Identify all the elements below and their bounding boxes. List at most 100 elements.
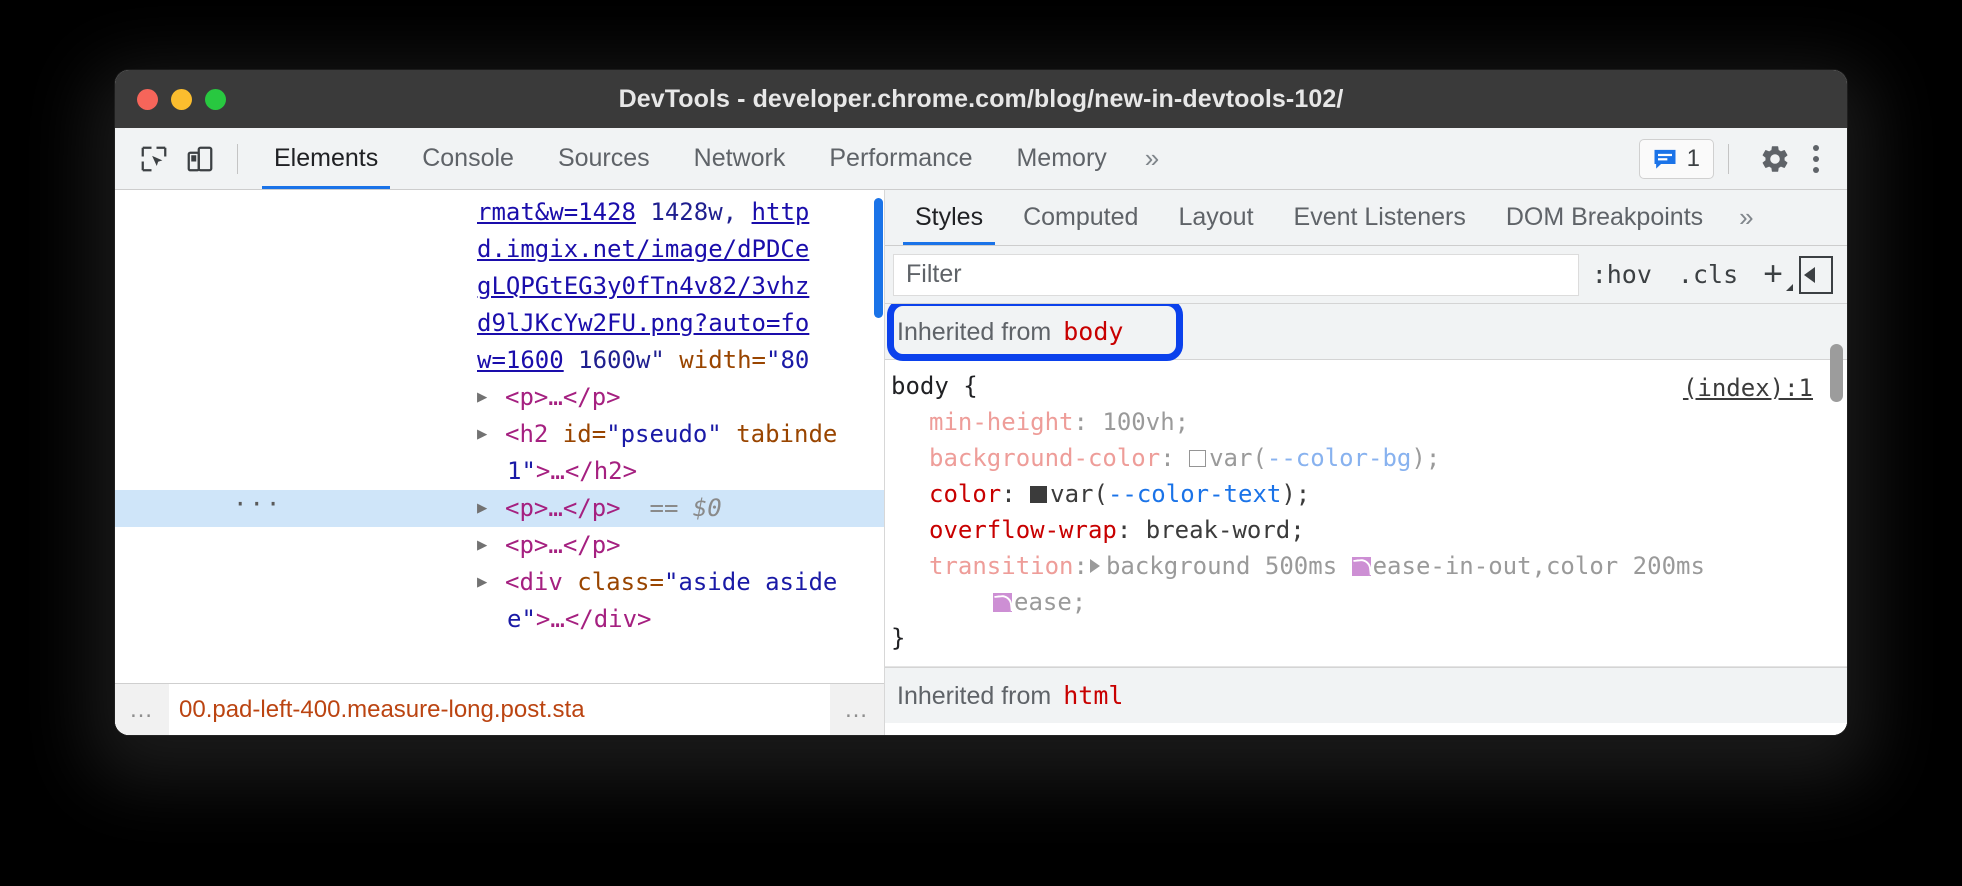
new-style-rule-button[interactable]: + bbox=[1751, 254, 1799, 296]
css-declaration-color[interactable]: color: var(--color-text); bbox=[885, 476, 1847, 512]
close-window-button[interactable] bbox=[137, 89, 158, 110]
dom-token: </div> bbox=[565, 605, 652, 633]
filter-input[interactable] bbox=[893, 254, 1579, 296]
tab-sources[interactable]: Sources bbox=[536, 128, 672, 189]
open-brace: { bbox=[963, 372, 977, 400]
css-property-value[interactable]: 100vh; bbox=[1102, 408, 1189, 436]
dom-tree[interactable]: rmat&w=1428 1428w, httpd.imgix.net/image… bbox=[115, 190, 884, 683]
inherited-selector-body[interactable]: body bbox=[1063, 314, 1123, 350]
css-var-suffix: ); bbox=[1411, 444, 1440, 472]
inspect-element-icon[interactable] bbox=[131, 136, 177, 182]
inherited-from-body-header: Inherited from body bbox=[885, 304, 1847, 360]
css-property-value[interactable]: break-word; bbox=[1146, 516, 1305, 544]
tab-performance[interactable]: Performance bbox=[807, 128, 994, 189]
dom-tree-row[interactable]: d.imgix.net/image/dPDCe bbox=[115, 231, 884, 268]
expand-triangle-icon[interactable]: ▶ bbox=[477, 379, 499, 416]
css-declaration-transition[interactable]: transition:background 500ms ease-in-out,… bbox=[885, 548, 1847, 584]
tab-dom-breakpoints[interactable]: DOM Breakpoints bbox=[1486, 190, 1723, 245]
devtools-main-toolbar: Elements Console Sources Network Perform… bbox=[115, 128, 1847, 190]
more-panels-chevron-icon[interactable]: » bbox=[1129, 143, 1175, 174]
kebab-menu-icon[interactable] bbox=[1807, 145, 1831, 173]
css-property-name[interactable]: overflow-wrap bbox=[929, 516, 1117, 544]
bezier-curve-icon[interactable] bbox=[993, 593, 1012, 612]
dom-tree-row[interactable]: ▶<p>…</p> bbox=[115, 379, 884, 416]
dom-token: </h2> bbox=[565, 457, 637, 485]
tab-computed-label: Computed bbox=[1023, 203, 1138, 232]
dom-token: </p> bbox=[563, 383, 621, 411]
styles-tabbar: Styles Computed Layout Event Listeners D… bbox=[885, 190, 1847, 246]
dom-tree-row[interactable]: ▶<h2 id="pseudo" tabinde bbox=[115, 416, 884, 453]
color-swatch-icon[interactable] bbox=[1189, 450, 1206, 467]
dom-tree-row[interactable]: ▶<p>…</p> bbox=[115, 527, 884, 564]
tab-console[interactable]: Console bbox=[400, 128, 536, 189]
issues-count: 1 bbox=[1687, 145, 1700, 173]
expand-triangle-icon[interactable]: ▶ bbox=[477, 564, 499, 601]
expand-triangle-icon[interactable]: ▶ bbox=[477, 527, 499, 564]
tab-styles[interactable]: Styles bbox=[895, 190, 1003, 245]
dom-token: … bbox=[550, 457, 564, 485]
tab-event-listeners-label: Event Listeners bbox=[1294, 203, 1466, 232]
dom-tree-row[interactable]: rmat&w=1428 1428w, http bbox=[115, 194, 884, 231]
css-variable-name[interactable]: --color-text bbox=[1108, 480, 1281, 508]
tab-network[interactable]: Network bbox=[672, 128, 808, 189]
styles-scrollbar-thumb[interactable] bbox=[1830, 344, 1843, 402]
bezier-curve-icon[interactable] bbox=[1352, 557, 1371, 576]
dom-tree-pane: rmat&w=1428 1428w, httpd.imgix.net/image… bbox=[115, 190, 885, 735]
tab-layout[interactable]: Layout bbox=[1158, 190, 1273, 245]
minimize-window-button[interactable] bbox=[171, 89, 192, 110]
expand-shorthand-icon[interactable] bbox=[1090, 559, 1100, 573]
css-property-name[interactable]: background-color bbox=[929, 444, 1160, 472]
issues-button[interactable]: 1 bbox=[1639, 139, 1714, 179]
maximize-window-button[interactable] bbox=[205, 89, 226, 110]
tab-network-label: Network bbox=[694, 144, 786, 173]
dom-tree-row[interactable]: w=1600 1600w" width="80 bbox=[115, 342, 884, 379]
dom-token: == bbox=[621, 494, 693, 522]
dom-token: e" bbox=[507, 605, 536, 633]
dom-tree-row[interactable]: e">…</div> bbox=[115, 601, 884, 638]
tab-styles-label: Styles bbox=[915, 203, 983, 232]
more-sidebar-tabs-chevron-icon[interactable]: » bbox=[1723, 202, 1769, 233]
devtools-window: DevTools - developer.chrome.com/blog/new… bbox=[115, 70, 1847, 735]
tab-elements[interactable]: Elements bbox=[252, 128, 400, 189]
settings-button[interactable] bbox=[1743, 143, 1807, 175]
breadcrumb-selected-path[interactable]: 00.pad-left-400.measure-long.post.sta bbox=[169, 696, 830, 724]
inherited-selector-html[interactable]: html bbox=[1063, 678, 1123, 714]
dom-tree-row[interactable]: 1">…</h2> bbox=[115, 453, 884, 490]
tab-event-listeners[interactable]: Event Listeners bbox=[1274, 190, 1486, 245]
css-declaration-overflow-wrap[interactable]: overflow-wrap: break-word; bbox=[885, 512, 1847, 548]
expand-triangle-icon[interactable]: ▶ bbox=[477, 490, 499, 527]
css-rule-close-line: } bbox=[885, 620, 1847, 656]
color-swatch-icon[interactable] bbox=[1030, 486, 1047, 503]
device-toolbar-icon[interactable] bbox=[177, 136, 223, 182]
styles-content[interactable]: Inherited from body body { (index):1 min… bbox=[885, 304, 1847, 735]
dom-tree-row[interactable]: d9lJKcYw2FU.png?auto=fo bbox=[115, 305, 884, 342]
expand-triangle-icon[interactable]: ▶ bbox=[477, 416, 499, 453]
tab-computed[interactable]: Computed bbox=[1003, 190, 1158, 245]
dom-token: "80 bbox=[766, 346, 809, 374]
css-rule-origin-link[interactable]: (index):1 bbox=[1683, 370, 1813, 406]
breadcrumb-right-overflow[interactable]: … bbox=[830, 684, 884, 735]
css-selector[interactable]: body bbox=[891, 372, 949, 400]
cls-button[interactable]: .cls bbox=[1665, 254, 1751, 296]
css-property-name[interactable]: min-height bbox=[929, 408, 1074, 436]
tab-memory[interactable]: Memory bbox=[994, 128, 1128, 189]
dom-token: </p> bbox=[563, 531, 621, 559]
css-rule-body[interactable]: body { (index):1 min-height: 100vh; back… bbox=[885, 360, 1847, 667]
styles-pane: Styles Computed Layout Event Listeners D… bbox=[885, 190, 1847, 735]
plus-icon: + bbox=[1763, 255, 1783, 294]
dom-tree-scrollbar[interactable] bbox=[874, 190, 883, 683]
css-property-name[interactable]: color bbox=[929, 480, 1001, 508]
dom-tree-row-selected[interactable]: ▶<p>…</p> == $0 bbox=[115, 490, 884, 527]
dom-tree-row[interactable]: gLQPGtEG3y0fTn4v82/3vhz bbox=[115, 268, 884, 305]
gear-icon bbox=[1759, 143, 1791, 175]
inherited-from-html-header: Inherited from html bbox=[885, 667, 1847, 723]
hov-button[interactable]: :hov bbox=[1579, 254, 1665, 296]
toggle-sidebar-icon[interactable] bbox=[1799, 256, 1833, 294]
breadcrumb-left-overflow[interactable]: … bbox=[115, 684, 169, 735]
css-declaration-min-height[interactable]: min-height: 100vh; bbox=[885, 404, 1847, 440]
css-declaration-background-color[interactable]: background-color: var(--color-bg); bbox=[885, 440, 1847, 476]
css-variable-name[interactable]: --color-bg bbox=[1267, 444, 1412, 472]
dom-tree-row[interactable]: ▶<div class="aside aside bbox=[115, 564, 884, 601]
css-property-name[interactable]: transition bbox=[929, 552, 1074, 580]
dom-token: … bbox=[548, 383, 562, 411]
